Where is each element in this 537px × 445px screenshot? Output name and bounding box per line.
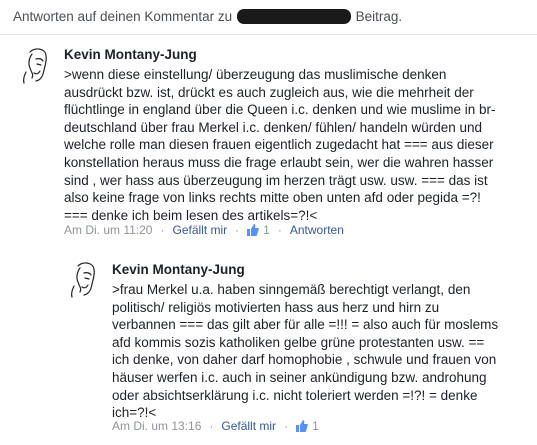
comment: Kevin Montany-Jung >wenn diese einstellu…	[18, 46, 537, 246]
notification-header-text: Antworten auf deinen Kommentar zu Beitra…	[13, 9, 402, 24]
like-count[interactable]: 1	[312, 419, 319, 433]
like-link[interactable]: Gefällt mir	[172, 223, 227, 237]
notification-header: Antworten auf deinen Kommentar zu Beitra…	[0, 0, 537, 35]
header-prefix: Antworten auf deinen Kommentar zu	[13, 9, 233, 24]
comment-text: >frau Merkel u.a. haben sinngemäß berech…	[112, 282, 499, 421]
redacted-name-bar	[236, 9, 351, 24]
comment-timestamp[interactable]: Am Di. um 13:16	[112, 419, 201, 433]
like-count[interactable]: 1	[263, 223, 270, 237]
comment-meta: Am Di. um 13:16 · Gefällt mir · 1	[112, 419, 319, 433]
comment-reply: Kevin Montany-Jung >frau Merkel u.a. hab…	[66, 260, 537, 445]
comment-timestamp[interactable]: Am Di. um 11:20	[64, 223, 152, 237]
avatar-sketch-icon[interactable]	[66, 260, 102, 298]
thumbs-up-icon	[296, 420, 308, 432]
comment-text: >wenn diese einstellung/ überzeugung das…	[64, 67, 496, 223]
comment-author[interactable]: Kevin Montany-Jung	[112, 262, 245, 277]
reply-link[interactable]: Antworten	[290, 223, 344, 237]
like-link[interactable]: Gefällt mir	[221, 419, 276, 433]
header-suffix: Beitrag.	[355, 9, 403, 24]
comment-author[interactable]: Kevin Montany-Jung	[64, 47, 197, 62]
thumbs-up-icon	[247, 224, 260, 236]
comment-meta: Am Di. um 11:20 · Gefällt mir · 1 · Antworten	[64, 223, 344, 237]
avatar-sketch-icon[interactable]	[18, 46, 54, 84]
